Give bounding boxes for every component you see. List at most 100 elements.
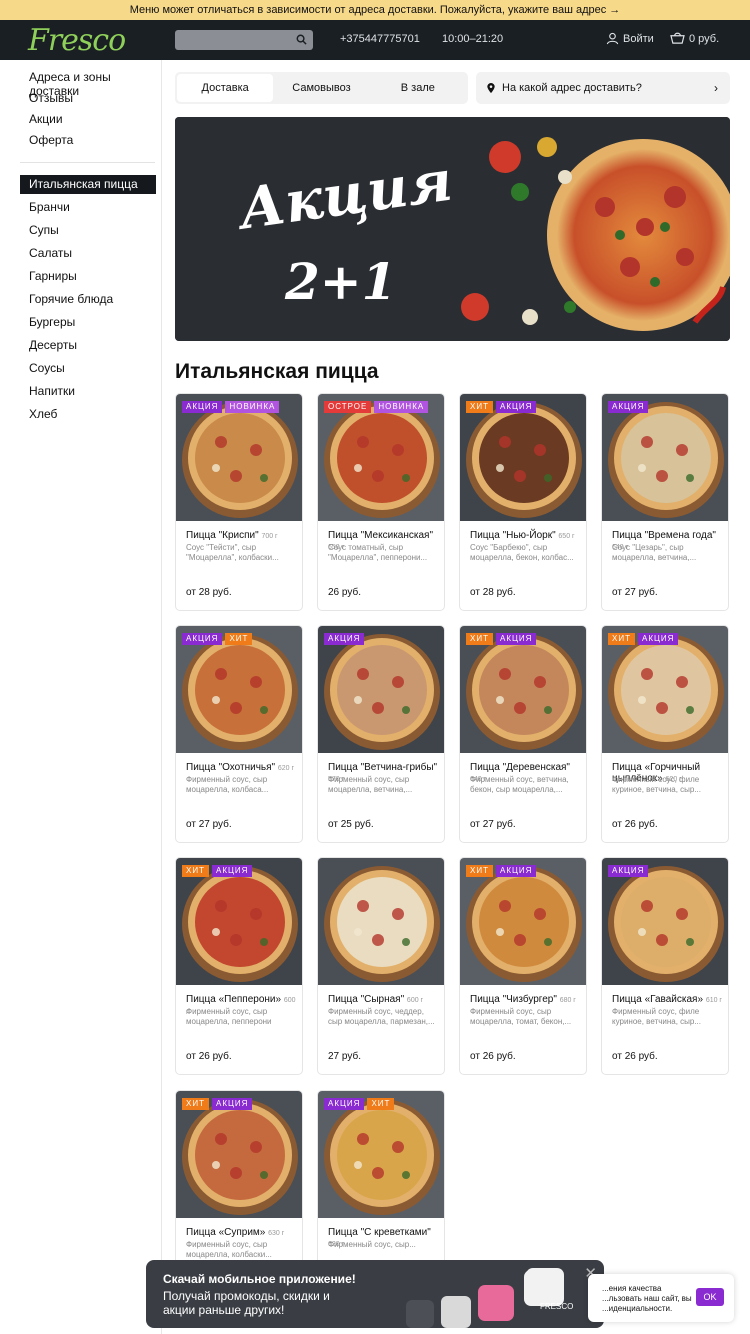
sidebar-category-soups[interactable]: Супы <box>20 221 161 244</box>
promo-banner[interactable]: Акция 2+1 <box>175 117 730 341</box>
product-name[interactable]: Пицца «Гавайская» 610 г <box>612 994 724 1006</box>
product-image[interactable]: ОСТРОЕ НОВИНКА <box>318 394 444 521</box>
promo-illustration: Акция 2+1 <box>175 117 730 341</box>
product-price: от 28 руб. <box>470 587 516 598</box>
product-card[interactable]: ХИТ АКЦИЯ Пицца «Пепперони» 600 г Фирменный… <box>175 857 303 1075</box>
product-name[interactable]: Пицца "Чизбургер" 680 г <box>470 994 582 1006</box>
logo[interactable]: Fresco <box>28 20 126 60</box>
promo-subtitle: 2+1 <box>284 252 396 311</box>
product-image[interactable]: ХИТ АКЦИЯ <box>460 626 586 753</box>
user-icon <box>606 32 619 45</box>
logo-text: Fresco <box>28 22 126 58</box>
product-price: от 27 руб. <box>470 819 516 830</box>
address-button[interactable]: На какой адрес доставить? › <box>476 72 730 104</box>
sidebar-category-desserts[interactable]: Десерты <box>20 336 161 359</box>
status-badge: АКЦИЯ <box>495 401 537 413</box>
sidebar-category-sauces[interactable]: Соусы <box>20 359 161 382</box>
status-badge: АКЦИЯ <box>608 401 649 413</box>
product-image[interactable]: АКЦИЯ <box>602 394 728 521</box>
sidebar-category-drinks[interactable]: Напитки <box>20 382 161 405</box>
product-card[interactable]: ОСТРОЕ НОВИНКА Пицца "Мексиканская" 650 гС… <box>317 393 445 611</box>
product-image[interactable]: АКЦИЯ <box>318 626 444 753</box>
product-card[interactable]: ХИТ АКЦИЯ Пицца "Деревенская" 640 г Фирменн… <box>459 625 587 843</box>
product-description: Фирменный соус, ветчина, бекон, сыр моца… <box>470 775 569 794</box>
pizza-illustration <box>602 858 728 985</box>
badge-list: ХИТ АКЦИЯ <box>608 633 679 645</box>
sidebar-link-reviews[interactable]: Отзывы <box>20 91 161 112</box>
pizza-illustration <box>318 394 444 521</box>
product-card[interactable]: АКЦИЯ НОВИНКА Пицца "Криспи" 700 г Соус "Те… <box>175 393 303 611</box>
product-image[interactable] <box>318 858 444 985</box>
product-description: Фирменный соус, сыр моцарелла, колбаса..… <box>186 775 269 794</box>
product-image[interactable]: АКЦИЯ ХИТ <box>176 626 302 753</box>
tab-pickup[interactable]: Самовывоз <box>273 74 369 102</box>
section-title: Итальянская пицца <box>175 360 379 383</box>
chevron-right-icon: › <box>714 81 718 95</box>
phone-link[interactable]: +375447775701 <box>340 33 420 45</box>
product-image[interactable]: ХИТ АКЦИЯ <box>176 1091 302 1218</box>
status-badge: АКЦИЯ <box>211 865 253 877</box>
login-button[interactable]: Войти <box>606 32 654 45</box>
sidebar-category-burgers[interactable]: Бургеры <box>20 313 161 336</box>
product-card[interactable]: ХИТ АКЦИЯ Пицца "Нью-Йорк" 650 г Соус "Барб… <box>459 393 587 611</box>
app-popup-text: Получай промокоды, скидки и акции раньше… <box>163 1289 330 1317</box>
sidebar-category-italian-pizza[interactable]: Итальянская пицца <box>20 175 156 194</box>
status-badge: ХИТ <box>182 865 209 877</box>
product-weight: 680 г <box>559 997 576 1004</box>
pizza-illustration <box>176 1091 302 1218</box>
search-icon[interactable] <box>296 34 307 45</box>
product-description: Соус "Барбекю", сыр моцарелла, бекон, ко… <box>470 543 574 562</box>
status-badge: АКЦИЯ <box>608 865 649 877</box>
product-image[interactable]: ХИТ АКЦИЯ <box>176 858 302 985</box>
product-name[interactable]: Пицца «Суприм» 630 г <box>186 1227 298 1239</box>
delivery-address-banner[interactable]: Меню может отличаться в зависимости от а… <box>0 0 750 20</box>
product-card[interactable]: АКЦИЯ Пицца "Времена года" 640 г Соус "Цез… <box>601 393 729 611</box>
app-download-popup[interactable]: Скачай мобильное приложение! Получай про… <box>146 1260 604 1328</box>
product-image[interactable]: ХИТ АКЦИЯ <box>460 394 586 521</box>
sidebar-category-sides[interactable]: Гарниры <box>20 267 161 290</box>
status-badge: ХИТ <box>466 865 493 877</box>
product-image[interactable]: ХИТ АКЦИЯ <box>460 858 586 985</box>
pizza-illustration <box>602 626 728 753</box>
product-image[interactable]: АКЦИЯ <box>602 858 728 985</box>
product-card[interactable]: АКЦИЯ Пицца «Гавайская» 610 г Фирменный со… <box>601 857 729 1075</box>
header: Fresco +375447775701 10:00–21:20 Войти 0… <box>0 20 750 60</box>
pizza-illustration <box>460 858 586 985</box>
product-card[interactable]: АКЦИЯ ХИТ Пицца "Охотничья" 620 г Фирменный… <box>175 625 303 843</box>
sidebar-category-brunch[interactable]: Бранчи <box>20 198 161 221</box>
product-weight: 650 г <box>558 533 575 540</box>
pizza-illustration <box>176 394 302 521</box>
product-description: Фирменный соус, сыр моцарелла, томат, бе… <box>470 1007 572 1026</box>
pizza-illustration <box>460 394 586 521</box>
product-name[interactable]: Пицца "Сырная" 600 г <box>328 994 440 1006</box>
product-name[interactable]: Пицца "Криспи" 700 г <box>186 530 298 542</box>
sidebar-link-promos[interactable]: Акции <box>20 112 161 133</box>
product-image[interactable]: АКЦИЯ НОВИНКА <box>176 394 302 521</box>
sidebar-link-delivery-zones[interactable]: Адреса и зоны доставки <box>20 70 161 98</box>
product-image[interactable]: ХИТ АКЦИЯ <box>602 626 728 753</box>
sidebar-link-offer[interactable]: Оферта <box>20 133 161 154</box>
product-description: Фирменный соус, чеддер, сыр моцарелла, п… <box>328 1007 435 1026</box>
search-input[interactable] <box>175 30 313 50</box>
status-badge: ХИТ <box>182 1098 209 1110</box>
product-name[interactable]: Пицца "Нью-Йорк" 650 г <box>470 530 582 542</box>
tab-dine-in[interactable]: В зале <box>370 74 466 102</box>
badge-list: АКЦИЯ НОВИНКА <box>182 401 280 413</box>
sidebar-category-salads[interactable]: Салаты <box>20 244 161 267</box>
product-image[interactable]: АКЦИЯ ХИТ <box>318 1091 444 1218</box>
product-price: от 26 руб. <box>470 1051 516 1062</box>
product-card[interactable]: АКЦИЯ Пицца "Ветчина-грибы" 570 г Фирменны… <box>317 625 445 843</box>
product-price: от 26 руб. <box>612 1051 658 1062</box>
sidebar-category-hot-dishes[interactable]: Горячие блюда <box>20 290 161 313</box>
product-card[interactable]: Пицца "Сырная" 600 г Фирменный соус, чедд… <box>317 857 445 1075</box>
tab-delivery[interactable]: Доставка <box>177 74 274 102</box>
cookie-ok-button[interactable]: OK <box>696 1288 724 1306</box>
cart-button[interactable]: 0 руб. <box>670 32 719 45</box>
product-weight: 700 г <box>261 533 278 540</box>
status-badge: НОВИНКА <box>225 401 280 413</box>
product-card[interactable]: ХИТ АКЦИЯ Пицца "Чизбургер" 680 г Фирменный… <box>459 857 587 1075</box>
sidebar-category-bread[interactable]: Хлеб <box>20 405 161 428</box>
product-card[interactable]: ХИТ АКЦИЯ Пицца «Горчичный цыплёнок» 620 г… <box>601 625 729 843</box>
product-name[interactable]: Пицца "Охотничья" 620 г <box>186 762 298 774</box>
product-description: Соус "Тейсти", сыр "Моцарелла", колбаски… <box>186 543 279 562</box>
